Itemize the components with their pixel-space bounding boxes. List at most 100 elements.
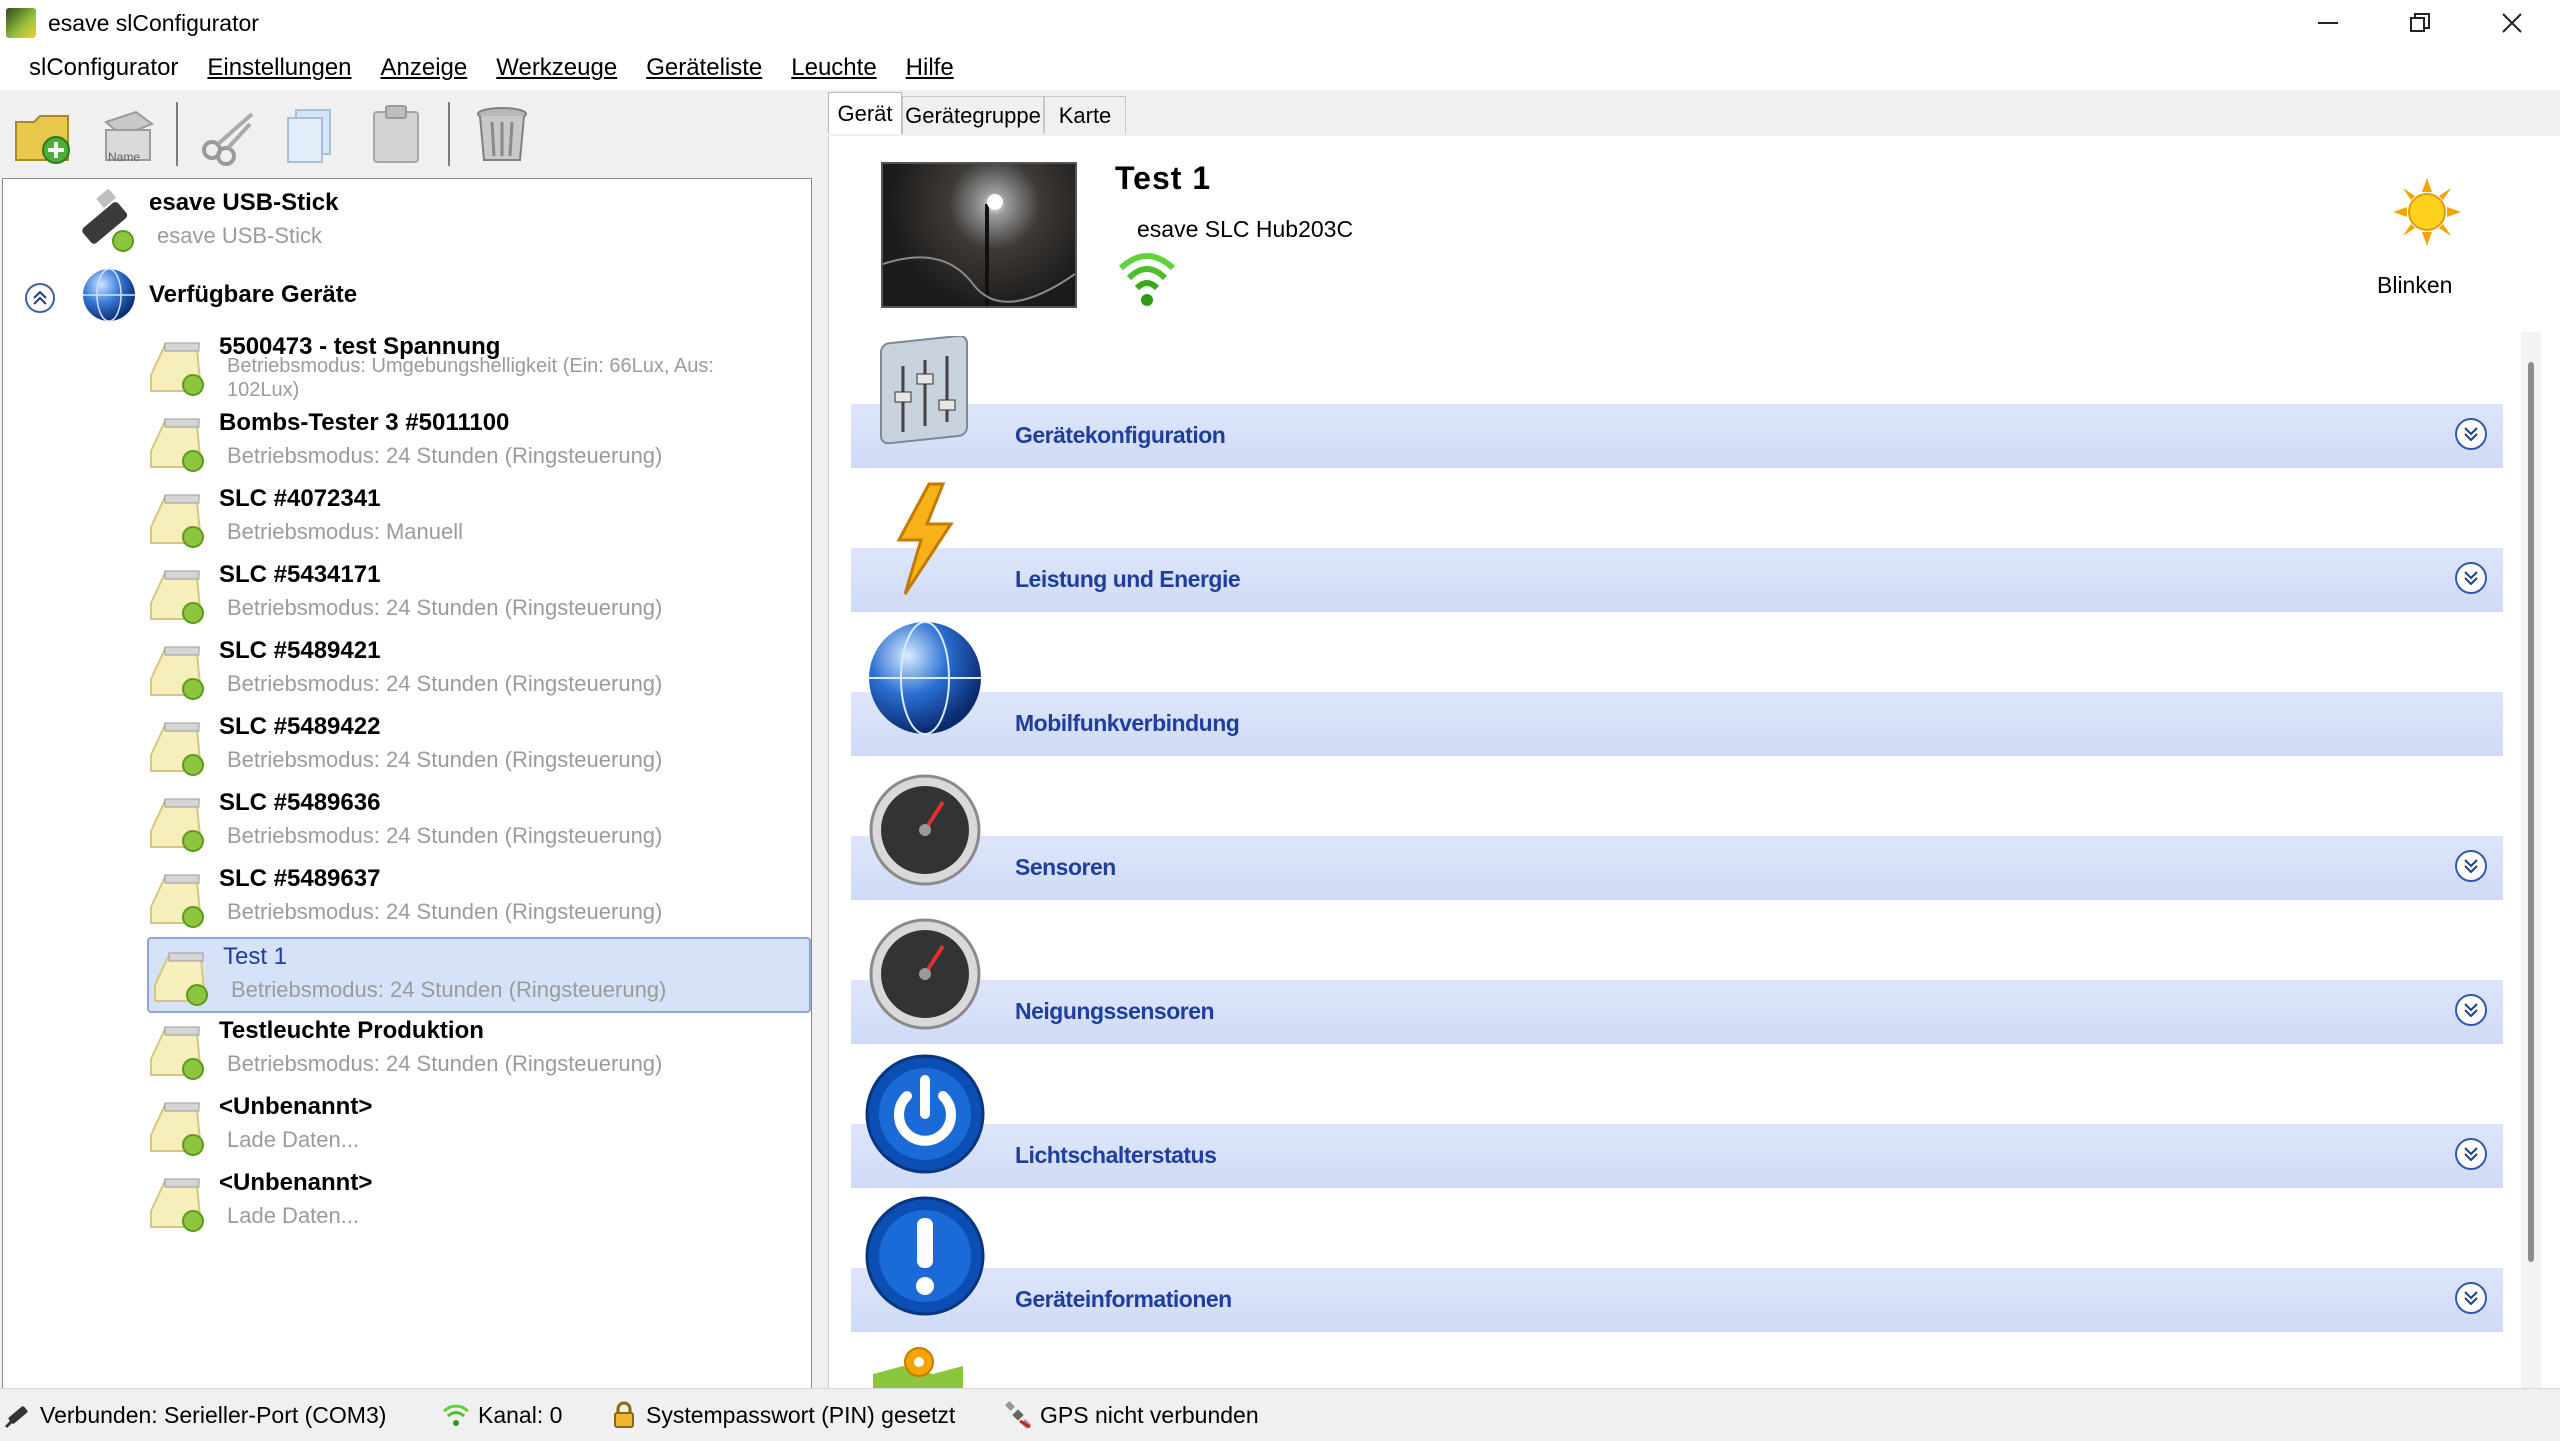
device-tree[interactable]: esave USB-Stick esave USB-Stick Verfügba… (2, 178, 812, 1390)
device-list-item[interactable]: Bombs-Tester 3 #5011100 Betriebsmodus: 24… (145, 405, 811, 481)
device-subtitle: Betriebsmodus: Umgebungshelligkeit (Ein:… (227, 355, 714, 377)
menu-leuchte[interactable]: Leuchte (791, 54, 876, 82)
device-list-item[interactable]: 5500473 - test Spannung Betriebsmodus: Um… (145, 329, 811, 405)
configuration-panel-icon (880, 336, 968, 445)
street-light-device-icon (150, 570, 204, 624)
scissors-icon (202, 112, 254, 166)
device-list-item[interactable]: Test 1 Betriebsmodus: 24 Stunden (Ringste… (147, 937, 811, 1013)
info-exclamation-icon (865, 1196, 985, 1316)
usb-stick-icon (82, 189, 134, 252)
device-name: Test 1 (1115, 160, 1212, 196)
street-light-device-icon (150, 494, 204, 548)
device-subtitle: Betriebsmodus: 24 Stunden (Ringsteuerung… (227, 671, 663, 696)
section-lichtschalterstatus[interactable]: Lichtschalterstatus (851, 1124, 2503, 1188)
section-geraetekonfiguration[interactable]: Gerätekonfiguration (851, 404, 2503, 468)
menu-slconfigurator[interactable]: slConfigurator (29, 54, 178, 82)
section-label: Mobilfunkverbindung (1015, 710, 1240, 736)
tree-node-usb-stick[interactable]: esave USB-Stick esave USB-Stick (3, 179, 809, 255)
device-title: <Unbenannt> (219, 1169, 373, 1196)
expand-chevron-icon[interactable] (2455, 994, 2487, 1026)
street-light-device-icon (150, 1102, 204, 1156)
satellite-icon (1005, 1401, 1031, 1429)
status-connection: Verbunden: Serieller-Port (COM3) (4, 1401, 386, 1429)
device-subtitle: Lade Daten... (227, 1203, 360, 1228)
restore-button[interactable] (2374, 0, 2466, 46)
tab-karte[interactable]: Karte (1044, 96, 1126, 134)
section-label: Geräteinformationen (1015, 1286, 1232, 1312)
toolbar: Name (0, 90, 830, 178)
expand-chevron-icon[interactable] (2455, 562, 2487, 594)
device-list-item[interactable]: SLC #4072341 Betriebsmodus: Manuell (145, 481, 811, 557)
expand-chevron-icon[interactable] (2455, 418, 2487, 450)
scrollbar-thumb[interactable] (2528, 362, 2534, 1262)
street-light-device-icon (150, 874, 204, 928)
window-title: esave slConfigurator (48, 9, 259, 36)
trash-icon (477, 107, 527, 161)
expand-chevron-icon[interactable] (2455, 1138, 2487, 1170)
minimize-button[interactable] (2282, 0, 2374, 46)
device-subtitle: Betriebsmodus: 24 Stunden (Ringsteuerung… (227, 899, 663, 924)
device-title: SLC #5489637 (219, 865, 381, 892)
toolbar-separator (448, 102, 450, 166)
add-folder-icon (15, 115, 70, 164)
close-button[interactable] (2466, 0, 2558, 46)
device-list-item[interactable]: SLC #5489422 Betriebsmodus: 24 Stunden (R… (145, 709, 811, 785)
device-title: <Unbenannt> (219, 1093, 373, 1120)
device-subtitle-continued: 102Lux) (227, 379, 300, 401)
street-lamp-image (882, 194, 1076, 306)
globe-icon (83, 268, 135, 322)
device-list-item[interactable]: SLC #5489637 Betriebsmodus: 24 Stunden (R… (145, 861, 811, 937)
vertical-scrollbar[interactable] (2521, 332, 2541, 1388)
signal-icon (443, 1404, 469, 1426)
status-bar: Verbunden: Serieller-Port (COM3) Kanal: … (0, 1388, 2560, 1441)
tree-node-available-devices[interactable]: Verfügbare Geräte (3, 263, 809, 327)
section-leistung-und-energie[interactable]: Leistung und Energie (851, 548, 2503, 612)
device-list-item[interactable]: <Unbenannt> Lade Daten... (145, 1089, 811, 1165)
title-bar: esave slConfigurator (0, 0, 2560, 46)
add-device-button[interactable] (12, 102, 76, 166)
sun-icon (2393, 178, 2461, 246)
gauge-icon (869, 774, 981, 886)
section-neigungssensoren[interactable]: Neigungssensoren (851, 980, 2503, 1044)
section-geraeteinformationen[interactable]: Geräteinformationen (851, 1268, 2503, 1332)
device-subtitle: Betriebsmodus: Manuell (227, 519, 464, 544)
expand-chevron-icon[interactable] (2455, 1282, 2487, 1314)
street-light-device-icon (150, 418, 204, 472)
status-channel: Kanal: 0 (442, 1401, 562, 1429)
device-detail-panel: Test 1 esave SLC Hub203C Blinken Gerätek… (828, 136, 2560, 1388)
menu-anzeige[interactable]: Anzeige (381, 54, 468, 82)
tab-geraetegruppe[interactable]: Gerätegruppe (902, 96, 1044, 134)
expand-chevron-icon[interactable] (2455, 850, 2487, 882)
device-list-item[interactable]: SLC #5489421 Betriebsmodus: 24 Stunden (R… (145, 633, 811, 709)
collapse-icon[interactable] (23, 281, 57, 315)
street-light-device-icon (150, 798, 204, 852)
street-light-device-icon (150, 1026, 204, 1080)
wifi-signal-icon (1118, 253, 1176, 306)
close-icon (2502, 13, 2522, 33)
status-gps: GPS nicht verbunden (1004, 1401, 1259, 1429)
section-mobilfunkverbindung[interactable]: Mobilfunkverbindung (851, 692, 2503, 756)
menu-geraeteliste[interactable]: Geräteliste (646, 54, 762, 82)
device-list-item[interactable]: <Unbenannt> Lade Daten... (145, 1165, 811, 1241)
tab-geraet[interactable]: Gerät (828, 92, 902, 134)
menu-werkzeuge[interactable]: Werkzeuge (496, 54, 617, 82)
cut-button[interactable] (196, 102, 260, 166)
usb-stick-title: esave USB-Stick (149, 189, 339, 216)
minimize-icon (2318, 22, 2338, 24)
street-light-device-icon (150, 342, 204, 396)
device-subtitle: Betriebsmodus: 24 Stunden (Ringsteuerung… (227, 443, 663, 468)
menu-einstellungen[interactable]: Einstellungen (207, 54, 351, 82)
usb-stick-subtitle: esave USB-Stick (157, 223, 323, 248)
paste-button[interactable] (364, 102, 428, 166)
device-list-item[interactable]: SLC #5489636 Betriebsmodus: 24 Stunden (R… (145, 785, 811, 861)
delete-button[interactable] (470, 102, 534, 166)
section-sensoren[interactable]: Sensoren (851, 836, 2503, 900)
device-list-item[interactable]: Testleuchte Produktion Betriebsmodus: 24 … (145, 1013, 811, 1089)
device-subtitle: Betriebsmodus: 24 Stunden (Ringsteuerung… (227, 595, 663, 620)
map-pin-icon (873, 1347, 963, 1388)
device-title: SLC #4072341 (219, 485, 381, 512)
copy-icon (287, 109, 331, 163)
device-list-item[interactable]: SLC #5434171 Betriebsmodus: 24 Stunden (R… (145, 557, 811, 633)
copy-button[interactable] (280, 102, 344, 166)
menu-hilfe[interactable]: Hilfe (906, 54, 954, 82)
